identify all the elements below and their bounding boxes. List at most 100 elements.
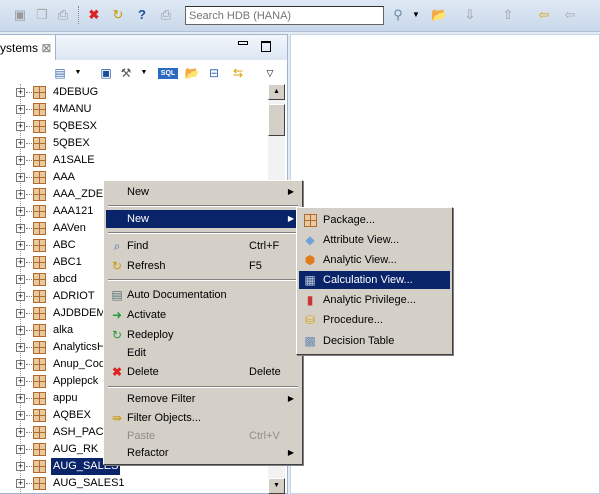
menu-item-refactor[interactable]: Refactor ▶ xyxy=(106,444,300,462)
tree-item-label: 4MANU xyxy=(53,103,92,115)
package-icon xyxy=(33,392,46,405)
menu-item-delete[interactable]: ✖ Delete Delete xyxy=(106,363,300,381)
decision-table-icon: ▩ xyxy=(304,334,316,348)
package-icon xyxy=(33,222,46,235)
submenu-item-procedure[interactable]: ⛁ Procedure... xyxy=(299,311,450,329)
expand-icon[interactable]: + xyxy=(16,190,25,199)
package-icon xyxy=(33,375,46,388)
search-input[interactable] xyxy=(185,6,384,25)
submenu-arrow-icon: ▶ xyxy=(287,448,294,457)
expand-icon[interactable]: + xyxy=(16,275,25,284)
package-icon xyxy=(303,213,317,227)
chevron-down-icon[interactable]: ▼ xyxy=(408,7,424,23)
minimize-icon[interactable] xyxy=(238,41,248,45)
save-all-icon[interactable]: ❐ xyxy=(34,7,50,23)
package-icon xyxy=(33,307,46,320)
tree-item-label: ABC xyxy=(53,239,76,251)
menu-item-auto-documentation[interactable]: ▤ Auto Documentation xyxy=(106,286,300,304)
expand-icon[interactable]: + xyxy=(16,156,25,165)
expand-icon[interactable]: + xyxy=(16,173,25,182)
open-folder-icon[interactable]: 📂 xyxy=(184,65,200,81)
submenu-item-decision-table[interactable]: ▩ Decision Table xyxy=(299,332,450,350)
menu-item-new-highlighted[interactable]: New ▶ xyxy=(106,210,300,228)
expand-icon[interactable]: + xyxy=(16,360,25,369)
tree-item-label: AQBEX xyxy=(53,409,91,421)
submenu-item-analytic-privilege[interactable]: ▮ Analytic Privilege... xyxy=(299,291,450,309)
menu-item-redeploy[interactable]: ↻ Redeploy xyxy=(106,326,300,344)
add-system-icon[interactable]: ▤ xyxy=(52,65,68,81)
print-icon[interactable]: ⎙ xyxy=(55,7,71,23)
submenu-item-package[interactable]: Package... xyxy=(299,211,450,229)
scroll-thumb[interactable] xyxy=(268,104,285,136)
submenu-arrow-icon: ▶ xyxy=(287,214,294,223)
collapse-all-icon[interactable]: ⊟ xyxy=(206,65,222,81)
sql-console-icon[interactable]: SQL xyxy=(158,68,178,79)
submenu-arrow-icon: ▶ xyxy=(287,394,294,403)
menu-item-paste: Paste Ctrl+V xyxy=(127,430,280,442)
last-edit-icon[interactable]: ⇦ xyxy=(536,7,552,23)
maximize-icon[interactable] xyxy=(261,41,271,52)
menu-item-edit[interactable]: Edit xyxy=(106,344,300,362)
chevron-down-icon[interactable]: ▼ xyxy=(70,65,86,81)
menu-item-refresh[interactable]: ↻ Refresh F5 xyxy=(106,257,300,275)
previous-annotation-icon[interactable]: ⇧ xyxy=(500,7,516,23)
help-icon[interactable]: ? xyxy=(134,7,150,23)
expand-icon[interactable]: + xyxy=(16,309,25,318)
expand-icon[interactable]: + xyxy=(16,88,25,97)
expand-icon[interactable]: + xyxy=(16,139,25,148)
tree-item-label: 5QBEX xyxy=(53,137,90,149)
tree-item-label: appu xyxy=(53,392,78,404)
tools-icon[interactable]: ⚒ xyxy=(118,65,134,81)
tree-item-label: 4DEBUG xyxy=(53,86,99,98)
expand-icon[interactable]: + xyxy=(16,224,25,233)
tree-item-label: abcd xyxy=(53,273,77,285)
expand-icon[interactable]: + xyxy=(16,258,25,267)
expand-icon[interactable]: + xyxy=(16,326,25,335)
tree-item-label: AUG_SALES1 xyxy=(53,477,125,489)
monitor-icon[interactable]: ▣ xyxy=(98,65,114,81)
expand-icon[interactable]: + xyxy=(16,428,25,437)
refresh-icon[interactable]: ↻ xyxy=(110,7,126,23)
scroll-up-button[interactable]: ▲ xyxy=(268,84,285,100)
main-toolbar: ▣ ❐ ⎙ ✖ ↻ ? ⎙ ⚲ ▼ 📂 ⇩ ⇧ ⇦ ⇦ xyxy=(0,0,600,32)
scroll-down-button[interactable]: ▼ xyxy=(268,478,285,494)
search-icon[interactable]: ⚲ xyxy=(390,7,406,23)
expand-icon[interactable]: + xyxy=(16,462,25,471)
expand-icon[interactable]: + xyxy=(16,105,25,114)
open-folder-icon[interactable]: 📂 xyxy=(431,7,447,23)
submenu-item-analytic-view[interactable]: ⬢ Analytic View... xyxy=(299,251,450,269)
submenu-item-calculation-view[interactable]: ▦ Calculation View... xyxy=(299,271,450,289)
view-menu-icon[interactable]: ▽ xyxy=(262,65,278,81)
expand-icon[interactable]: + xyxy=(16,479,25,488)
find-icon: ⌕ xyxy=(113,239,121,253)
delete-icon[interactable]: ✖ xyxy=(86,7,102,23)
redeploy-icon: ↻ xyxy=(111,328,123,342)
menu-item-filter-objects[interactable]: ⇛ Filter Objects... xyxy=(106,409,300,427)
menu-item-activate[interactable]: ➜ Activate xyxy=(106,306,300,324)
submenu-item-attribute-view[interactable]: ◆ Attribute View... xyxy=(299,231,450,249)
close-icon[interactable]: ⊠ xyxy=(41,41,51,55)
menu-item-remove-filter[interactable]: Remove Filter ▶ xyxy=(106,390,300,408)
systems-tab[interactable]: ystems ⊠ xyxy=(0,35,56,60)
expand-icon[interactable]: + xyxy=(16,207,25,216)
save-icon[interactable]: ▣ xyxy=(12,7,28,23)
menu-item-new[interactable]: New ▶ xyxy=(106,183,300,201)
package-icon xyxy=(33,120,46,133)
delete-icon: ✖ xyxy=(111,365,123,379)
next-annotation-icon[interactable]: ⇩ xyxy=(462,7,478,23)
print-icon[interactable]: ⎙ xyxy=(158,7,174,23)
back-icon[interactable]: ⇦ xyxy=(562,7,578,23)
expand-icon[interactable]: + xyxy=(16,343,25,352)
expand-icon[interactable]: + xyxy=(16,445,25,454)
expand-icon[interactable]: + xyxy=(16,241,25,250)
expand-icon[interactable]: + xyxy=(16,394,25,403)
link-editor-icon[interactable]: ⇆ xyxy=(230,65,246,81)
chevron-down-icon[interactable]: ▼ xyxy=(136,65,152,81)
expand-icon[interactable]: + xyxy=(16,411,25,420)
procedure-icon: ⛁ xyxy=(304,313,316,327)
attribute-view-icon: ◆ xyxy=(305,233,315,247)
expand-icon[interactable]: + xyxy=(16,122,25,131)
expand-icon[interactable]: + xyxy=(16,292,25,301)
expand-icon[interactable]: + xyxy=(16,377,25,386)
menu-item-find[interactable]: ⌕ Find Ctrl+F xyxy=(106,237,300,255)
